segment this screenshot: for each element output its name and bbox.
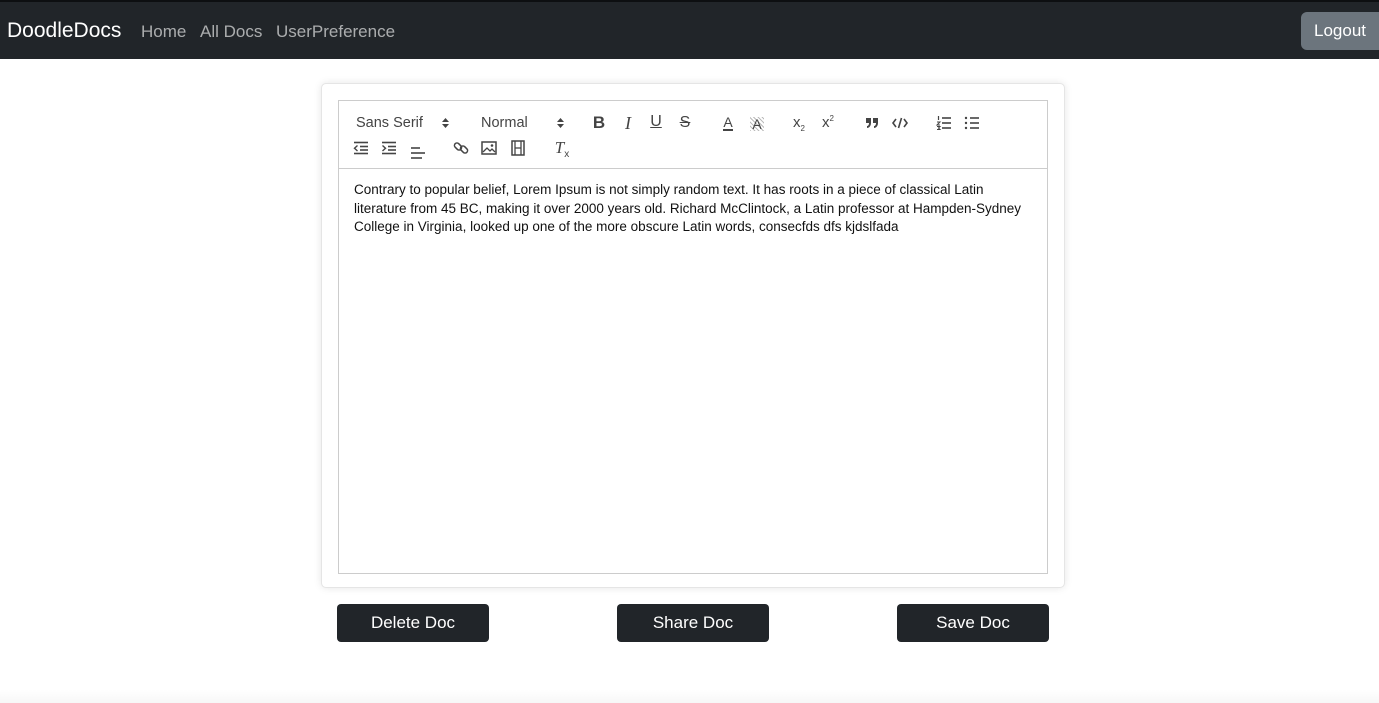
link-icon[interactable] <box>450 137 472 159</box>
nav-link-all-docs[interactable]: All Docs <box>200 21 262 42</box>
nav-link-home[interactable]: Home <box>141 21 186 42</box>
strikethrough-icon[interactable]: S <box>674 112 696 134</box>
font-picker-arrow-icon[interactable] <box>441 116 450 130</box>
video-icon[interactable] <box>507 137 529 159</box>
outdent-icon[interactable] <box>350 137 372 159</box>
editor-content[interactable]: Contrary to popular belief, Lorem Ipsum … <box>338 168 1048 574</box>
save-doc-button[interactable]: Save Doc <box>897 604 1049 642</box>
delete-doc-button[interactable]: Delete Doc <box>337 604 489 642</box>
editor-toolbar <box>338 100 1048 169</box>
font-color-icon[interactable]: A <box>717 112 739 134</box>
share-doc-button[interactable]: Share Doc <box>617 604 769 642</box>
bold-icon[interactable]: B <box>588 112 610 134</box>
align-icon[interactable] <box>407 140 429 162</box>
image-icon[interactable] <box>478 137 500 159</box>
bullet-list-icon[interactable] <box>961 112 983 134</box>
footer-strip <box>0 690 1379 703</box>
font-family-picker[interactable]: Sans Serif <box>356 114 423 132</box>
code-icon[interactable] <box>889 112 911 134</box>
ordered-list-icon[interactable] <box>933 112 955 134</box>
navbar: DoodleDocs Home All Docs UserPreference … <box>0 0 1379 59</box>
editor-paragraph: Contrary to popular belief, Lorem Ipsum … <box>354 182 1022 235</box>
size-picker-arrow-icon[interactable] <box>556 116 565 130</box>
indent-icon[interactable] <box>378 137 400 159</box>
blockquote-icon[interactable] <box>861 112 883 134</box>
brand-logo[interactable]: DoodleDocs <box>7 18 121 44</box>
nav-link-user-preference[interactable]: UserPreference <box>276 21 395 42</box>
subscript-icon[interactable]: x2 <box>788 112 810 134</box>
superscript-icon[interactable]: x2 <box>817 111 839 133</box>
italic-icon[interactable]: I <box>617 112 639 134</box>
font-size-picker[interactable]: Normal <box>481 114 528 132</box>
logout-button[interactable]: Logout <box>1301 12 1379 50</box>
underline-icon[interactable]: U <box>645 111 667 133</box>
background-color-icon[interactable]: A <box>746 113 768 135</box>
clear-format-icon[interactable]: Tx <box>551 137 573 160</box>
